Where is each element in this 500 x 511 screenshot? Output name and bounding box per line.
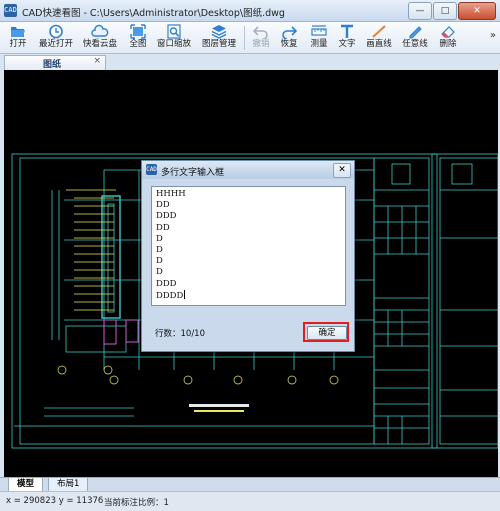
- fit-view-label: 全图: [129, 39, 147, 49]
- text-line: DDD: [156, 211, 177, 222]
- text-line: DD: [156, 222, 170, 233]
- redo-icon: [282, 26, 297, 39]
- recent-button[interactable]: 最近打开: [38, 24, 74, 52]
- toolbar: 打开 最近打开 快看云盘 全图 窗口缩放 图层管理 撤销 恢复 测量 文字 画直…: [0, 22, 500, 54]
- delete-label: 删除: [439, 39, 457, 49]
- annotation-scale: 当前标注比例：1: [104, 498, 169, 508]
- multiline-text-input[interactable]: HHHH DD DDD DD D D D D DDD DDDD: [151, 186, 346, 306]
- fit-view-icon: [130, 24, 146, 39]
- layout-tabs: 模型 布局1: [0, 477, 500, 492]
- delete-button[interactable]: 删除: [436, 24, 460, 52]
- cloud-icon: [91, 24, 109, 37]
- undo-icon: [253, 26, 268, 39]
- line-label: 画直线: [366, 39, 392, 49]
- multiline-text-dialog: CAD 多行文字输入框 ✕ HHHH DD DDD DD D D D D DDD…: [141, 160, 355, 352]
- dialog-title: 多行文字输入框: [161, 168, 225, 178]
- close-tab-icon[interactable]: ×: [93, 56, 101, 66]
- undo-label: 撤销: [252, 39, 270, 49]
- dialog-title-bar[interactable]: CAD 多行文字输入框 ✕: [142, 161, 354, 179]
- measure-label: 测量: [310, 39, 328, 49]
- zoom-window-icon: [167, 24, 181, 39]
- more-tools-button[interactable]: »: [490, 30, 496, 41]
- window-controls: — □ ✕: [408, 2, 496, 20]
- undo-button[interactable]: 撤销: [250, 24, 272, 52]
- layers-icon: [211, 25, 227, 39]
- maximize-button[interactable]: □: [433, 2, 457, 20]
- ok-button-highlight: 确定: [303, 322, 349, 342]
- recent-label: 最近打开: [38, 39, 73, 49]
- text-line: DD: [156, 200, 170, 211]
- open-label: 打开: [9, 39, 27, 49]
- ruler-icon: [311, 25, 327, 36]
- zoom-window-label: 窗口缩放: [156, 39, 191, 49]
- window-title: CAD快速看图 - C:\Users\Administrator\Desktop…: [22, 8, 285, 19]
- text-line: D: [156, 267, 163, 278]
- text-line: D: [156, 245, 163, 256]
- dialog-logo-icon: CAD: [146, 164, 157, 175]
- title-bar: CAD CAD快速看图 - C:\Users\Administrator\Des…: [0, 0, 500, 22]
- layers-label: 图层管理: [201, 39, 236, 49]
- measure-button[interactable]: 测量: [308, 24, 330, 52]
- text-line: D: [156, 233, 163, 244]
- text-icon: [341, 24, 353, 38]
- tab-layout1[interactable]: 布局1: [48, 478, 89, 492]
- folder-open-icon: [11, 27, 25, 37]
- layers-button[interactable]: 图层管理: [200, 24, 238, 52]
- open-button[interactable]: 打开: [6, 24, 30, 52]
- cloud-label: 快看云盘: [82, 39, 117, 49]
- freehand-label: 任意线: [402, 39, 428, 49]
- app-logo-icon: CAD: [4, 4, 17, 17]
- text-line: HHHH: [156, 189, 186, 199]
- coordinate-readout: x = 290823 y = 11376: [6, 496, 104, 506]
- text-caret: [184, 289, 186, 299]
- line-count: 行数：10/10: [155, 329, 205, 339]
- minimize-button[interactable]: —: [408, 2, 432, 20]
- text-label: 文字: [338, 39, 356, 49]
- text-line-last: DDDD: [156, 289, 341, 302]
- text-button[interactable]: 文字: [336, 24, 358, 52]
- line-button[interactable]: 画直线: [364, 24, 394, 52]
- fit-view-button[interactable]: 全图: [126, 24, 150, 52]
- document-tab[interactable]: 图纸 ×: [4, 55, 106, 70]
- document-tab-strip: 图纸 ×: [0, 54, 500, 70]
- pen-icon: [409, 26, 422, 39]
- status-bar: x = 290823 y = 11376 当前标注比例：1: [0, 491, 500, 511]
- line-icon: [372, 25, 386, 38]
- text-line: D: [156, 256, 163, 267]
- toolbar-separator: [244, 26, 245, 50]
- document-tab-label: 图纸: [43, 60, 62, 70]
- clock-icon: [49, 24, 63, 39]
- freehand-button[interactable]: 任意线: [400, 24, 430, 52]
- close-button[interactable]: ✕: [458, 2, 496, 20]
- text-line: DDD: [156, 278, 177, 289]
- cloud-button[interactable]: 快看云盘: [82, 24, 118, 52]
- redo-button[interactable]: 恢复: [278, 24, 300, 52]
- ok-button[interactable]: 确定: [307, 326, 347, 340]
- tab-model[interactable]: 模型: [8, 478, 44, 492]
- zoom-window-button[interactable]: 窗口缩放: [156, 24, 192, 52]
- eraser-icon: [441, 26, 455, 38]
- dialog-close-button[interactable]: ✕: [333, 163, 351, 178]
- text-line: DDDD: [156, 290, 184, 301]
- redo-label: 恢复: [280, 39, 298, 49]
